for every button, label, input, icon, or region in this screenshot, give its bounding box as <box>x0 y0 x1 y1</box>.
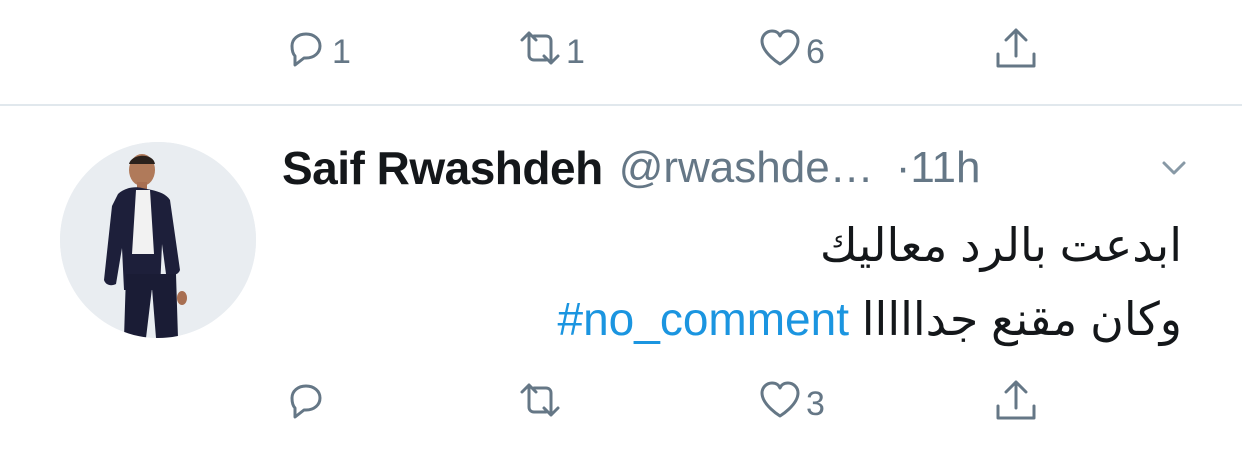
avatar-photo <box>60 142 256 338</box>
share-button[interactable] <box>992 22 1040 82</box>
hashtag-link[interactable]: #no_comment <box>557 293 849 345</box>
share-button[interactable] <box>992 374 1040 434</box>
share-icon <box>992 24 1040 81</box>
reply-count: 1 <box>332 33 351 71</box>
like-count: 6 <box>806 33 825 71</box>
share-icon <box>992 376 1040 433</box>
tweet-text-line-1: ابدعت بالرد معاليك <box>819 219 1182 271</box>
tweet-menu-button[interactable] <box>1156 150 1192 186</box>
time-separator: · <box>895 143 911 192</box>
like-count: 3 <box>806 385 825 423</box>
heart-icon <box>756 24 804 81</box>
retweet-icon <box>516 24 564 81</box>
reply-button[interactable]: 1 <box>282 22 351 82</box>
retweet-button[interactable] <box>516 374 566 434</box>
reply-icon <box>282 376 330 433</box>
reply-icon <box>282 24 330 81</box>
retweet-count: 1 <box>566 33 585 71</box>
tweet-time[interactable]: 11h <box>910 143 980 193</box>
tweet-divider <box>0 104 1242 106</box>
retweet-button[interactable]: 1 <box>516 22 585 82</box>
author-handle[interactable]: @rwashde… <box>619 143 874 193</box>
author-name[interactable]: Saif Rwashdeh <box>282 141 603 195</box>
previous-tweet-actions: 1 1 6 <box>0 22 1242 82</box>
tweet-text-line-2: #no_comment وكان مقنع جدااااا <box>282 282 1182 356</box>
reply-button[interactable] <box>282 374 332 434</box>
tweet-text-line-2-arabic: وكان مقنع جدااااا <box>861 293 1182 345</box>
tweet-header: Saif Rwashdeh @rwashde… · 11h <box>282 138 1202 198</box>
retweet-icon <box>516 376 564 433</box>
heart-icon <box>756 376 804 433</box>
avatar[interactable] <box>60 142 256 338</box>
tweet-actions: 3 <box>0 374 1242 434</box>
like-button[interactable]: 6 <box>756 22 825 82</box>
chevron-down-icon <box>1156 161 1192 190</box>
tweet-text: ابدعت بالرد معاليك #no_comment وكان مقنع… <box>282 208 1182 356</box>
like-button[interactable]: 3 <box>756 374 825 434</box>
